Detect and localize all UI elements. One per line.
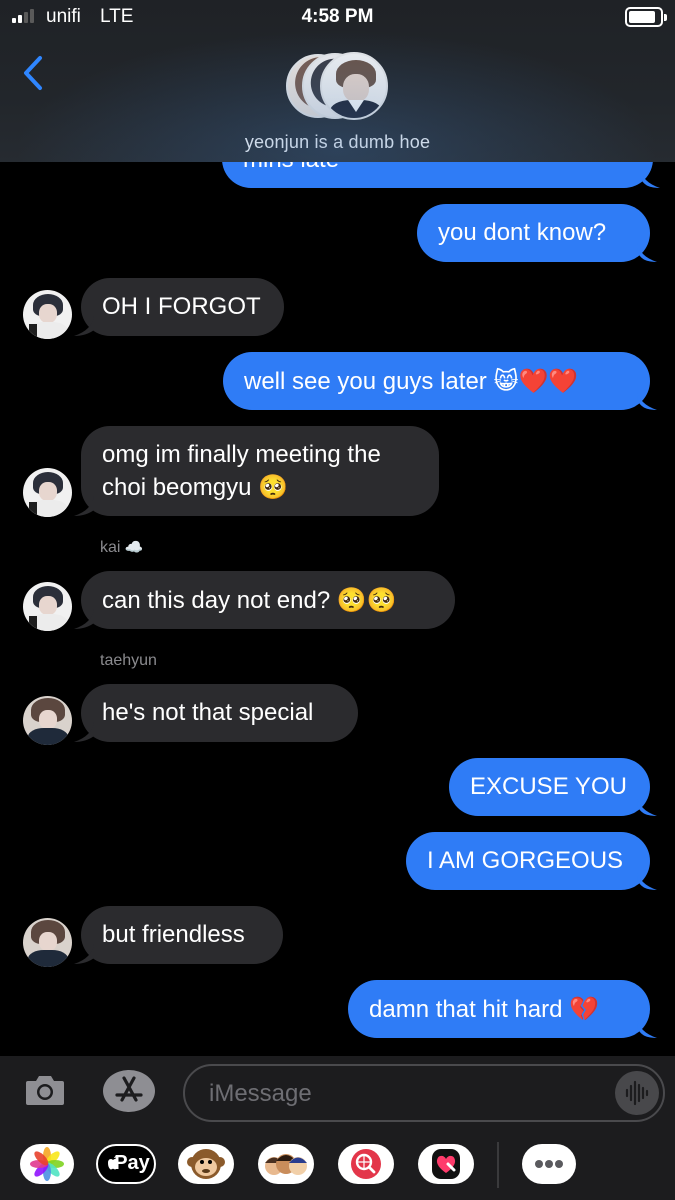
imessage-input[interactable]: iMessage xyxy=(183,1064,665,1122)
audio-record-button[interactable] xyxy=(615,1071,659,1115)
conversation-title[interactable]: yeonjun is a dumb hoe xyxy=(0,132,675,153)
avatar xyxy=(320,52,388,120)
sender-name: taehyun xyxy=(100,652,157,669)
more-icon[interactable] xyxy=(522,1144,576,1184)
message-text: OH I FORGOT xyxy=(102,293,261,320)
message-text: I AM GORGEOUS xyxy=(427,847,624,874)
imessage-placeholder: iMessage xyxy=(209,1080,312,1107)
memoji-icon[interactable] xyxy=(258,1144,314,1184)
back-button[interactable] xyxy=(18,52,54,96)
camera-icon xyxy=(26,1076,64,1105)
chevron-left-icon xyxy=(24,56,42,90)
message-bubble-outgoing[interactable]: I AM GORGEOUS xyxy=(406,832,650,890)
photos-icon[interactable] xyxy=(20,1144,74,1184)
message-bubble-outgoing[interactable]: you dont know? xyxy=(417,204,650,262)
message-text: he's not that special xyxy=(102,699,314,726)
web-images-icon[interactable] xyxy=(338,1144,394,1184)
message-bubble-incoming[interactable]: can this day not end? 🥺🥺 xyxy=(81,571,455,629)
avatar[interactable] xyxy=(23,468,72,517)
app-drawer: Pay xyxy=(0,1136,675,1194)
message-bubble-incoming[interactable]: but friendless xyxy=(81,906,283,964)
avatar[interactable] xyxy=(23,696,72,745)
group-avatar-stack[interactable] xyxy=(286,52,390,122)
app-store-icon xyxy=(103,1070,155,1112)
app-store-button[interactable] xyxy=(102,1068,156,1114)
message-text: but friendless xyxy=(102,921,245,948)
message-bubble-outgoing[interactable]: well see you guys later 😸❤️❤️ xyxy=(223,352,650,410)
message-bubble-incoming[interactable]: he's not that special xyxy=(81,684,358,742)
avatar[interactable] xyxy=(23,290,72,339)
digital-touch-icon[interactable] xyxy=(418,1144,474,1184)
message-text: omg im finally meeting the choi beomgyu xyxy=(102,441,381,501)
avatar[interactable] xyxy=(23,582,72,631)
audio-waveform-icon xyxy=(625,1080,649,1106)
app-drawer-divider xyxy=(497,1142,499,1188)
message-bubble-incoming[interactable]: omg im finally meeting the choi beomgyu … xyxy=(81,426,439,516)
message-text: can this day not end? xyxy=(102,587,331,614)
avatar[interactable] xyxy=(23,918,72,967)
apple-pay-icon[interactable]: Pay xyxy=(96,1144,156,1184)
message-emoji: 😸❤️❤️ xyxy=(493,367,579,395)
message-text: EXCUSE YOU xyxy=(470,773,627,800)
battery-icon xyxy=(625,7,667,27)
message-text: damn that hit hard xyxy=(369,996,563,1023)
message-emoji: 💔 xyxy=(569,995,600,1023)
animoji-icon[interactable] xyxy=(178,1144,234,1184)
message-emoji: 🥺🥺 xyxy=(336,586,397,614)
sender-name: kai ☁️ xyxy=(100,538,144,556)
message-text: you dont know? xyxy=(438,219,607,246)
message-bubble-outgoing[interactable]: EXCUSE YOU xyxy=(449,758,650,816)
conversation-header: unifi LTE 4:58 PM yeonjun is a dumb hoe xyxy=(0,0,675,162)
message-bubble-incoming[interactable]: OH I FORGOT xyxy=(81,278,284,336)
camera-button[interactable] xyxy=(24,1072,66,1108)
status-time: 4:58 PM xyxy=(301,6,374,27)
message-emoji: 🥺 xyxy=(258,473,288,501)
status-bar: unifi LTE 4:58 PM xyxy=(0,0,675,36)
message-text: well see you guys later xyxy=(244,368,487,395)
message-bubble-outgoing[interactable]: damn that hit hard 💔 xyxy=(348,980,650,1038)
